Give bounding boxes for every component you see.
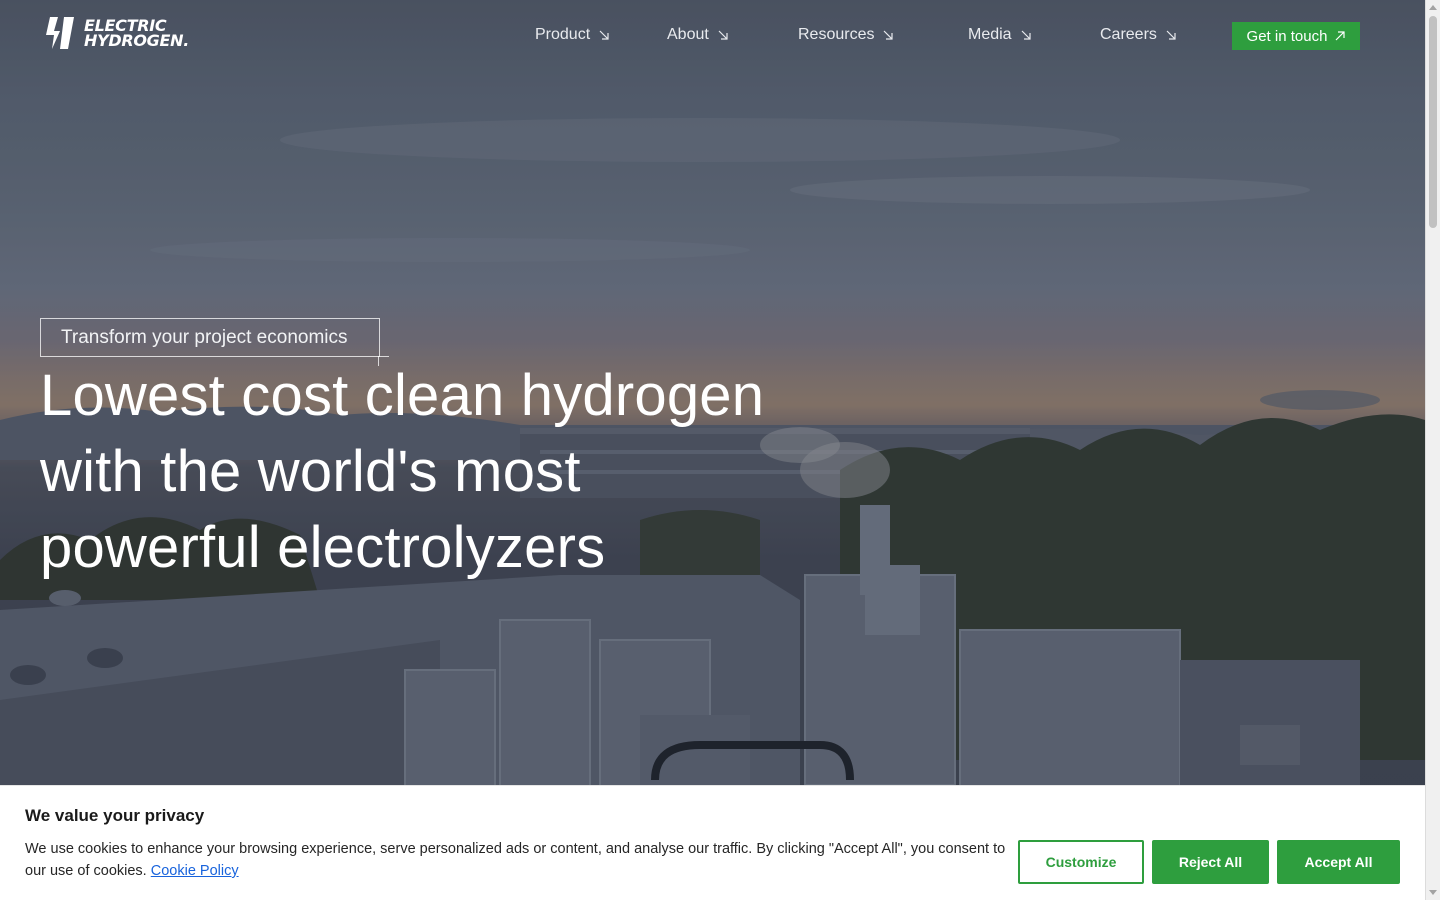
hero-headline: Lowest cost clean hydrogen with the worl… [40, 358, 764, 586]
logo[interactable]: ELECTRIC HYDROGEN. [40, 15, 189, 51]
arrow-down-right-icon [718, 30, 728, 40]
headline-line: Lowest cost clean hydrogen [40, 363, 765, 428]
logo-wordmark: ELECTRIC HYDROGEN. [84, 18, 190, 50]
nav-item-label: Resources [798, 26, 875, 43]
hero-eyebrow: Transform your project economics [40, 318, 389, 366]
eyebrow-label: Transform your project economics [40, 318, 380, 357]
logo-line-2: HYDROGEN. [84, 31, 190, 50]
nav-item-careers[interactable]: Careers [1100, 26, 1176, 44]
nav-item-label: About [667, 26, 709, 43]
scroll-up-arrow-icon[interactable] [1429, 5, 1437, 10]
nav-item-media[interactable]: Media [968, 26, 1031, 44]
cookie-title: We value your privacy [25, 806, 205, 825]
nav-item-label: Media [968, 26, 1012, 43]
cookie-policy-link[interactable]: Cookie Policy [151, 863, 239, 879]
reject-all-button[interactable]: Reject All [1152, 840, 1269, 884]
bolt-logo-icon [46, 17, 74, 49]
nav-item-resources[interactable]: Resources [798, 26, 894, 44]
arrow-down-right-icon [1166, 30, 1176, 40]
vertical-scrollbar[interactable] [1425, 0, 1440, 900]
cookie-description: We use cookies to enhance your browsing … [25, 838, 1010, 882]
arrow-down-right-icon [599, 30, 609, 40]
nav-item-label: Product [535, 26, 591, 43]
nav-item-product[interactable]: Product [535, 26, 609, 44]
arrow-down-right-icon [1021, 30, 1031, 40]
arrow-down-right-icon [884, 30, 894, 40]
cookie-consent-banner: We value your privacy We use cookies to … [0, 785, 1425, 900]
headline-line: with the world's most [40, 439, 581, 504]
scroll-thumb[interactable] [1429, 16, 1437, 228]
nav-item-label: Careers [1100, 26, 1157, 43]
customize-button[interactable]: Customize [1018, 840, 1144, 884]
headline-line: powerful electrolyzers [40, 515, 606, 580]
scroll-down-arrow-icon[interactable] [1429, 890, 1437, 895]
get-in-touch-button[interactable]: Get in touch [1232, 22, 1360, 50]
accept-all-button[interactable]: Accept All [1277, 840, 1400, 884]
eyebrow-corner-tick [378, 356, 389, 357]
cta-label: Get in touch [1246, 27, 1328, 45]
nav-item-about[interactable]: About [667, 26, 728, 44]
arrow-up-right-icon [1336, 31, 1346, 41]
